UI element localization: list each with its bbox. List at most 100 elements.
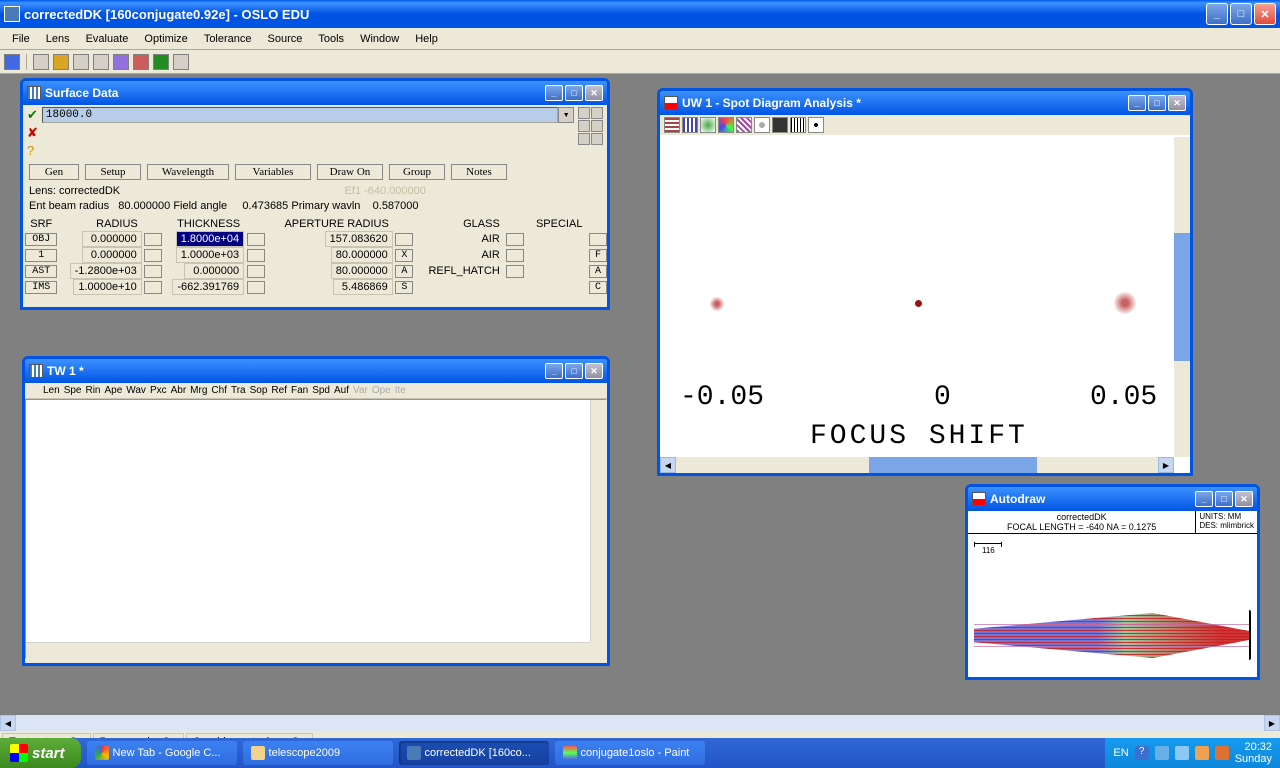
tw-tab-ape[interactable]: Ape [105,385,123,396]
tw-scrollbar-h[interactable] [26,642,590,658]
surface-max-button[interactable]: □ [565,85,583,101]
surface-data-titlebar[interactable]: Surface Data _ □ ✕ [23,81,607,105]
toolbar-open-icon[interactable] [53,54,69,70]
uw-tool-3[interactable] [700,117,716,133]
main-minimize-button[interactable]: _ [1206,3,1228,25]
autodraw-titlebar[interactable]: Autodraw _ □ ✕ [968,487,1257,511]
uw-scrollbar-h[interactable]: ◀ ▶ [660,457,1174,473]
tw-tab-len[interactable]: Len [43,385,60,396]
uw-scroll-right[interactable]: ▶ [1158,457,1174,473]
row-obj[interactable]: OBJ [25,233,57,246]
toolbar-saveas-icon[interactable] [93,54,109,70]
thickness-selected[interactable]: 1.8000e+04 [176,231,244,247]
uw-max-button[interactable]: □ [1148,95,1166,111]
tw-text-area[interactable] [25,399,607,659]
menu-tolerance[interactable]: Tolerance [196,31,260,47]
uw-scroll-left[interactable]: ◀ [660,457,676,473]
cancel-icon[interactable]: ✘ [27,125,38,141]
toolbar-icon-2[interactable] [33,54,49,70]
surface-value-input[interactable] [42,107,559,123]
menu-optimize[interactable]: Optimize [136,31,195,47]
toolbar-icon-7[interactable] [133,54,149,70]
menu-window[interactable]: Window [352,31,407,47]
tw-tab-spe[interactable]: Spe [64,385,82,396]
sd-tool-6[interactable] [591,133,603,145]
toolbar-icon-6[interactable] [113,54,129,70]
uw-tool-2[interactable] [682,117,698,133]
uw-tool-7[interactable] [772,117,788,133]
menu-lens[interactable]: Lens [38,31,78,47]
help-icon[interactable]: ? [27,143,38,158]
tw-tab-wav[interactable]: Wav [126,385,146,396]
gen-button[interactable]: Gen [29,164,79,180]
surface-input-dropdown[interactable]: ▼ [558,107,574,123]
uw-scrollbar-v[interactable] [1174,137,1190,457]
sd-tool-3[interactable] [578,120,590,132]
tw-tab-chf[interactable]: Chf [211,385,227,396]
tw-max-button[interactable]: □ [565,363,583,379]
uw-scroll-thumb[interactable] [869,457,1038,473]
tw-scrollbar-v[interactable] [590,400,606,642]
task-item-oslo[interactable]: correctedDK [160co... [399,741,549,765]
menu-file[interactable]: File [4,31,38,47]
tw-tab-pxc[interactable]: Pxc [150,385,167,396]
variables-button[interactable]: Variables [235,164,311,180]
accept-icon[interactable]: ✔ [27,107,38,123]
main-scroll-right[interactable]: ▶ [1264,715,1280,731]
tray-icon-3[interactable] [1175,746,1189,760]
notes-button[interactable]: Notes [451,164,507,180]
lang-indicator[interactable]: EN [1113,747,1128,759]
uw-tool-8[interactable] [790,117,806,133]
tw-tab-mrg[interactable]: Mrg [190,385,207,396]
taskbar-clock[interactable]: 20:32 Sunday [1235,741,1272,765]
tw-tab-auf[interactable]: Auf [334,385,349,396]
tw-tab-spd[interactable]: Spd [312,385,330,396]
uw-min-button[interactable]: _ [1128,95,1146,111]
uw-tool-6[interactable] [754,117,770,133]
tray-icon-2[interactable] [1155,746,1169,760]
start-button[interactable]: start [0,738,81,768]
toolbar-icon-1[interactable] [4,54,20,70]
group-button[interactable]: Group [389,164,445,180]
autodraw-close-button[interactable]: ✕ [1235,491,1253,507]
tw-titlebar[interactable]: TW 1 * _ □ ✕ [25,359,607,383]
sd-tool-1[interactable] [578,107,590,119]
menu-tools[interactable]: Tools [310,31,352,47]
main-close-button[interactable]: ✕ [1254,3,1276,25]
setup-button[interactable]: Setup [85,164,141,180]
tw-resize-grip[interactable] [590,642,606,658]
toolbar-icon-8[interactable] [153,54,169,70]
row-1[interactable]: 1 [25,249,57,262]
tw-tab-tra[interactable]: Tra [231,385,246,396]
task-item-folder[interactable]: telescope2009 [243,741,393,765]
uw-tool-4[interactable] [718,117,734,133]
task-item-chrome[interactable]: New Tab - Google C... [87,741,237,765]
row-ims[interactable]: IMS [25,281,57,294]
uw-tool-9[interactable] [808,117,824,133]
sd-tool-2[interactable] [591,107,603,119]
surface-close-button[interactable]: ✕ [585,85,603,101]
task-item-paint[interactable]: conjugate1oslo - Paint [555,741,705,765]
surface-min-button[interactable]: _ [545,85,563,101]
menu-help[interactable]: Help [407,31,446,47]
uw-tool-1[interactable] [664,117,680,133]
uw-close-button[interactable]: ✕ [1168,95,1186,111]
toolbar-icon-9[interactable] [173,54,189,70]
toolbar-save-icon[interactable] [73,54,89,70]
uw-titlebar[interactable]: UW 1 - Spot Diagram Analysis * _ □ ✕ [660,91,1190,115]
autodraw-max-button[interactable]: □ [1215,491,1233,507]
uw-tool-5[interactable] [736,117,752,133]
tw-min-button[interactable]: _ [545,363,563,379]
wavelength-button[interactable]: Wavelength [147,164,229,180]
tw-tab-sop[interactable]: Sop [250,385,268,396]
main-scrollbar[interactable]: ◀ ▶ [0,715,1280,731]
tray-help-icon[interactable]: ? [1135,746,1149,760]
sd-tool-5[interactable] [578,133,590,145]
tray-icon-4[interactable] [1195,746,1209,760]
drawon-button[interactable]: Draw On [317,164,383,180]
menu-source[interactable]: Source [260,31,311,47]
tray-icon-5[interactable] [1215,746,1229,760]
sd-tool-4[interactable] [591,120,603,132]
row-ast[interactable]: AST [25,265,57,278]
menu-evaluate[interactable]: Evaluate [78,31,137,47]
